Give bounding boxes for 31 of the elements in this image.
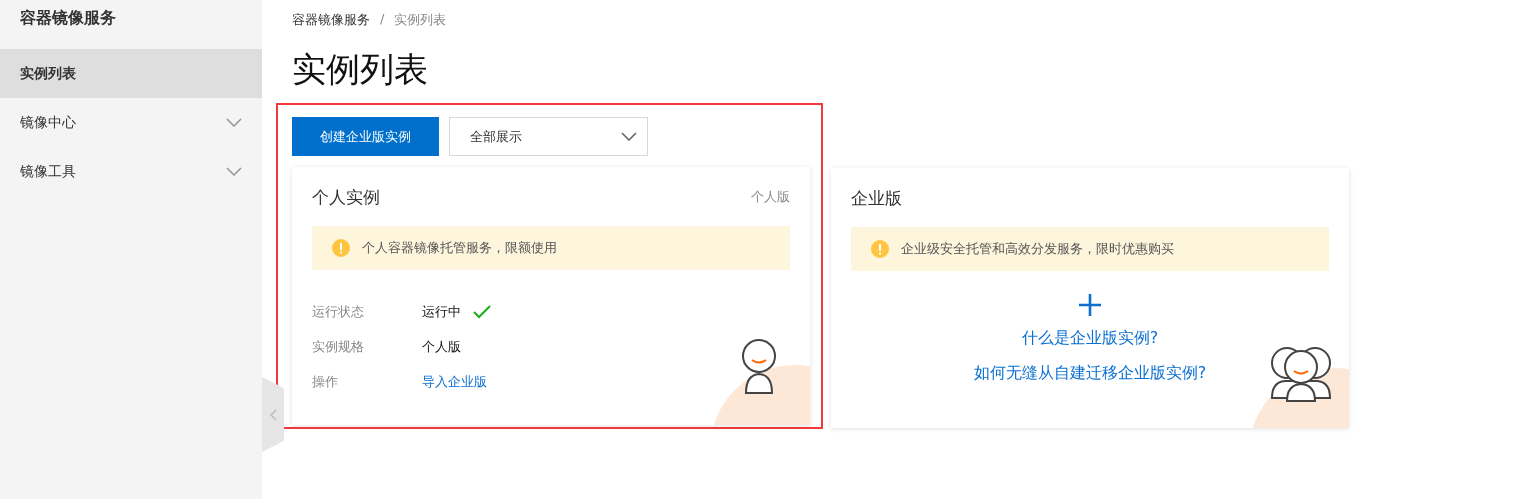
detail-value: 个人版 bbox=[422, 337, 461, 356]
import-link[interactable]: 导入企业版 bbox=[422, 372, 487, 391]
people-icon bbox=[1269, 346, 1333, 402]
sidebar-item[interactable]: 镜像工具 bbox=[0, 147, 262, 196]
card-title: 个人实例 bbox=[312, 185, 380, 209]
sidebar-item[interactable]: 镜像中心 bbox=[0, 98, 262, 147]
chevron-icon bbox=[226, 118, 242, 127]
notice-text: 个人容器镜像托管服务，限额使用 bbox=[362, 239, 557, 257]
notice-text: 企业级安全托管和高效分发服务，限时优惠购买 bbox=[901, 240, 1174, 258]
detail-label: 操作 bbox=[312, 372, 339, 391]
detail-value: 运行中 bbox=[422, 302, 461, 321]
warning-icon bbox=[332, 239, 350, 257]
help-link[interactable]: 如何无缝从自建迁移企业版实例? bbox=[973, 358, 1207, 387]
chevron-icon bbox=[226, 167, 242, 176]
breadcrumb-separator: / bbox=[380, 11, 385, 28]
chevron-down-icon bbox=[621, 132, 637, 141]
breadcrumb-item[interactable]: 容器镜像服务 bbox=[292, 11, 370, 37]
edition-label: 个人版 bbox=[751, 188, 790, 206]
detail-label: 运行状态 bbox=[312, 302, 365, 321]
card-title: 企业版 bbox=[851, 186, 902, 210]
create-button[interactable]: 创建企业版实例 bbox=[292, 117, 439, 156]
chevron-left-icon bbox=[269, 408, 277, 421]
sidebar-item[interactable]: 实例列表 bbox=[0, 49, 262, 98]
help-link[interactable]: 什么是企业版实例? bbox=[1021, 323, 1159, 352]
breadcrumb-item: 实例列表 bbox=[394, 11, 447, 29]
warning-icon bbox=[871, 240, 889, 258]
detail-label: 实例规格 bbox=[312, 337, 365, 356]
sidebar-title: 容器镜像服务 bbox=[19, 7, 117, 29]
plus-icon[interactable] bbox=[1078, 293, 1102, 317]
filter-dropdown[interactable]: 全部展示 bbox=[449, 117, 648, 156]
page-title: 实例列表 bbox=[292, 49, 429, 89]
